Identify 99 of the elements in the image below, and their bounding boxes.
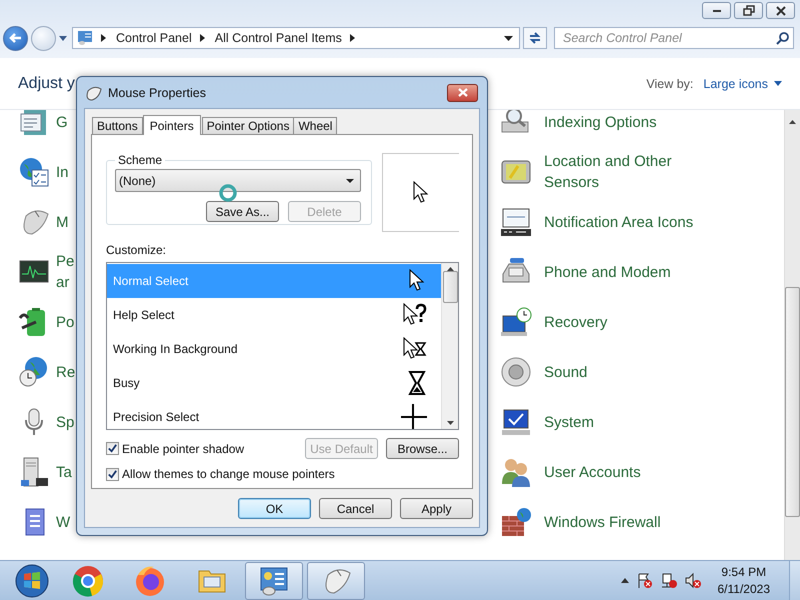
control-panel-icon — [77, 30, 93, 46]
tab[interactable]: Wheel — [293, 117, 338, 134]
control-panel-link[interactable]: Phone and Modem — [544, 262, 671, 282]
users-icon — [500, 456, 532, 488]
dialog-button[interactable]: Cancel — [319, 498, 392, 519]
busy-cursor-icon — [218, 183, 238, 203]
dialog-button[interactable]: Apply — [400, 498, 473, 519]
volume-muted-icon — [684, 572, 700, 589]
dialog-title: Mouse Properties — [108, 86, 207, 100]
control-panel-link[interactable]: Pe ar — [56, 251, 76, 293]
globe-clock-icon — [18, 356, 50, 388]
scroll-down-icon — [446, 421, 454, 425]
control-panel-link[interactable]: Po — [56, 312, 76, 332]
scroll-thumb[interactable] — [785, 287, 800, 517]
caret-icon — [504, 36, 513, 40]
refresh-icon — [528, 30, 542, 46]
minimize-button[interactable] — [702, 2, 731, 19]
customize-label: Customize: — [106, 243, 168, 257]
control-panel-link[interactable]: Notification Area Icons — [544, 212, 694, 232]
scheme-button[interactable]: Save As... — [206, 201, 279, 222]
control-panel-link[interactable]: W — [56, 512, 76, 532]
flag-error-icon — [636, 572, 652, 589]
arrow-cursor-icon — [407, 269, 427, 293]
restore-icon — [742, 5, 754, 16]
tab[interactable]: Pointer Options — [202, 117, 294, 134]
computer-clock-icon — [500, 306, 532, 338]
network-icon — [660, 572, 676, 589]
pointer-button[interactable]: Browse... — [386, 438, 459, 459]
view-by-dropdown[interactable]: Large icons — [703, 76, 782, 90]
computer-tower-icon — [18, 456, 50, 488]
chevron-right-icon — [350, 34, 355, 42]
control-panel-link[interactable]: Sp — [56, 412, 76, 432]
show-hidden-icons-icon — [620, 578, 628, 583]
arrow-cursor-icon — [411, 180, 431, 204]
control-panel-link[interactable]: Recovery — [544, 312, 608, 332]
help-cursor-icon — [401, 303, 427, 327]
pointer-list-item[interactable]: Busy — [107, 366, 441, 400]
chevron-right-icon — [200, 34, 205, 42]
back-button[interactable] — [3, 26, 28, 50]
control-panel-link[interactable]: System — [544, 412, 594, 432]
caret-icon — [774, 81, 782, 86]
breadcrumb-item[interactable]: All Control Panel Items — [214, 31, 342, 45]
scheme-dropdown[interactable]: (None) — [115, 169, 361, 192]
control-panel-link[interactable]: Sound — [544, 362, 588, 382]
control-panel-link[interactable]: Indexing Options — [544, 112, 657, 132]
crosshair-cursor-icon — [401, 404, 427, 429]
control-panel-link[interactable]: In — [56, 162, 76, 182]
close-button[interactable] — [447, 84, 478, 102]
address-bar[interactable]: Control Panel All Control Panel Items — [72, 27, 520, 49]
dialog-button[interactable]: OK — [238, 498, 311, 519]
scroll-thumb[interactable] — [442, 271, 458, 303]
pointer-list-item[interactable]: Working In Background — [107, 332, 441, 366]
restore-button[interactable] — [734, 2, 763, 19]
taskbar-button[interactable] — [245, 562, 303, 600]
control-panel-link[interactable]: User Accounts — [544, 462, 641, 482]
scroll-up-icon — [789, 120, 796, 124]
control-panel-icon — [258, 564, 290, 596]
control-panel-link[interactable]: Ta — [56, 462, 76, 482]
control-panel-link[interactable]: Location and Other Sensors — [544, 151, 724, 193]
checkbox-label[interactable]: Enable pointer shadow — [122, 442, 244, 456]
caret-icon — [346, 178, 354, 182]
pointer-list-item[interactable]: Help Select — [107, 298, 441, 332]
close-button[interactable] — [766, 2, 795, 19]
start-orb-icon — [15, 564, 49, 598]
clock[interactable]: 9:54 PM 6/11/2023 — [718, 564, 770, 598]
view-by-label: View by: — [646, 76, 694, 90]
taskbar-button[interactable] — [307, 562, 365, 600]
firewall-icon — [500, 506, 532, 538]
scrollbar[interactable] — [784, 110, 800, 560]
control-panel-link[interactable]: Re — [56, 362, 76, 382]
tab[interactable]: Pointers — [142, 115, 201, 135]
control-panel-link[interactable]: G — [56, 112, 76, 132]
checkbox-label[interactable]: Allow themes to change mouse pointers — [122, 467, 335, 481]
control-panel-link[interactable]: M — [56, 212, 76, 232]
tab[interactable]: Buttons — [92, 117, 143, 134]
ring-logo-icon — [72, 564, 104, 596]
fox-logo-icon — [134, 564, 166, 596]
close-icon — [458, 88, 468, 97]
group-label: Scheme — [117, 153, 164, 167]
minimize-icon — [712, 10, 720, 12]
refresh-button[interactable] — [523, 27, 547, 49]
breadcrumb-item[interactable]: Control Panel — [116, 31, 192, 45]
checkbox[interactable] — [106, 468, 119, 480]
caret-icon — [59, 36, 67, 40]
scrollbar[interactable] — [441, 263, 458, 429]
chevron-right-icon — [101, 34, 106, 42]
close-icon — [774, 6, 786, 16]
search-field[interactable]: Search Control Panel — [554, 27, 794, 49]
hourglass-cursor-icon — [407, 371, 427, 395]
page-heading: Adjust y — [18, 74, 76, 92]
search-icon — [776, 32, 789, 45]
pointer-list-item[interactable]: Precision Select — [107, 400, 441, 429]
taskbar-clock-icon — [500, 206, 532, 238]
globe-checklist-icon — [18, 156, 50, 188]
control-panel-link[interactable]: Windows Firewall — [544, 512, 661, 532]
speaker-icon — [500, 356, 532, 388]
busy-arrow-cursor-icon — [401, 337, 427, 361]
checkbox[interactable] — [106, 442, 119, 455]
arrow-left-icon — [8, 31, 24, 45]
